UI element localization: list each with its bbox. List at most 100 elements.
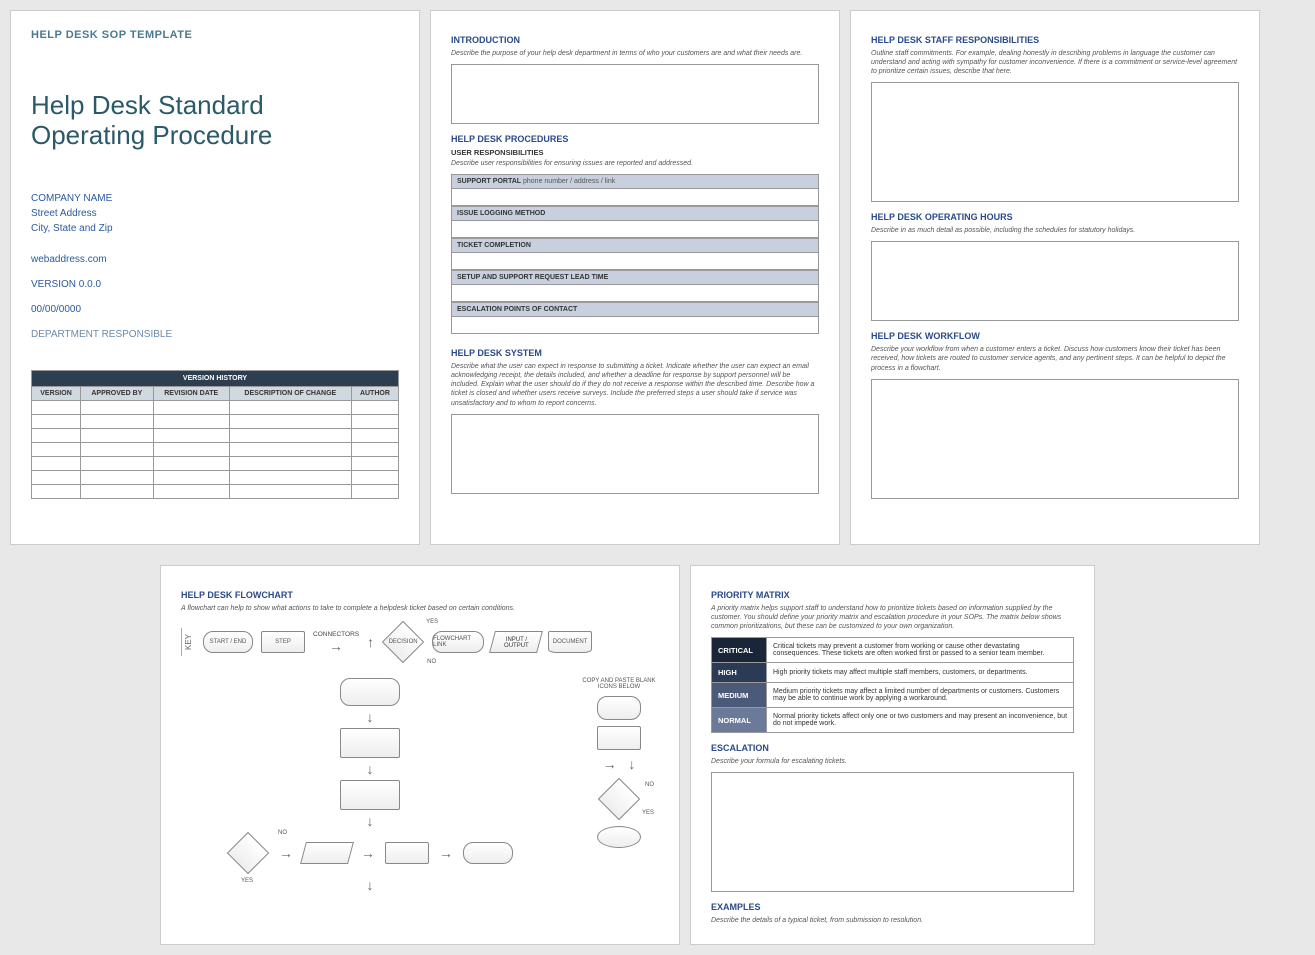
field-input[interactable] xyxy=(451,252,819,270)
col-revision-date: REVISION DATE xyxy=(153,386,229,400)
workflow-heading: HELP DESK WORKFLOW xyxy=(871,331,1239,341)
user-responsibilities-desc: Describe user responsibilities for ensur… xyxy=(451,159,819,168)
introduction-box[interactable] xyxy=(451,64,819,124)
table-row xyxy=(32,470,399,484)
table-row xyxy=(32,484,399,498)
flow-decision xyxy=(227,832,269,874)
priority-desc: Normal priority tickets affect only one … xyxy=(767,708,1074,733)
procedures-heading: HELP DESK PROCEDURES xyxy=(451,134,819,144)
field-label: SETUP AND SUPPORT REQUEST LEAD TIME xyxy=(451,270,819,284)
examples-heading: EXAMPLES xyxy=(711,902,1074,912)
procedure-field: SUPPORT PORTAL phone number / address / … xyxy=(451,174,819,206)
introduction-desc: Describe the purpose of your help desk d… xyxy=(451,49,819,58)
key-step: STEP xyxy=(261,631,305,653)
table-row xyxy=(32,442,399,456)
page-5-priority: PRIORITY MATRIX A priority matrix helps … xyxy=(690,565,1095,945)
table-row xyxy=(32,400,399,414)
col-version: VERSION xyxy=(32,386,81,400)
decision-label: DECISION xyxy=(389,639,418,645)
priority-matrix-heading: PRIORITY MATRIX xyxy=(711,590,1074,600)
procedure-field: TICKET COMPLETION xyxy=(451,238,819,270)
table-row xyxy=(32,428,399,442)
priority-matrix-desc: A priority matrix helps support staff to… xyxy=(711,604,1074,631)
examples-desc: Describe the details of a typical ticket… xyxy=(711,916,1074,925)
introduction-heading: INTRODUCTION xyxy=(451,35,819,45)
key-flowchart-link: FLOWCHART LINK xyxy=(432,631,484,653)
operating-hours-box[interactable] xyxy=(871,241,1239,321)
priority-level: MEDIUM xyxy=(712,683,767,708)
field-input[interactable] xyxy=(451,284,819,302)
procedure-fields: SUPPORT PORTAL phone number / address / … xyxy=(451,174,819,334)
arrow-right-icon: → xyxy=(439,845,453,861)
title-line-1: Help Desk Standard xyxy=(31,90,264,120)
operating-hours-heading: HELP DESK OPERATING HOURS xyxy=(871,212,1239,222)
procedure-field: ISSUE LOGGING METHOD xyxy=(451,206,819,238)
priority-desc: High priority tickets may affect multipl… xyxy=(767,663,1074,683)
version-history-title: VERSION HISTORY xyxy=(32,370,399,386)
template-label: HELP DESK SOP TEMPLATE xyxy=(31,29,399,41)
decision-no: NO xyxy=(427,659,436,665)
palette-start-end xyxy=(597,696,641,720)
arrow-right-icon: → xyxy=(279,845,293,861)
col-approved-by: APPROVED BY xyxy=(81,386,154,400)
escalation-box[interactable] xyxy=(711,772,1074,892)
web-address: webaddress.com xyxy=(31,254,399,265)
arrow-down-icon: ↓ xyxy=(367,710,374,724)
workflow-box[interactable] xyxy=(871,379,1239,499)
procedure-field: ESCALATION POINTS OF CONTACT xyxy=(451,302,819,334)
field-label: ISSUE LOGGING METHOD xyxy=(451,206,819,220)
field-input[interactable] xyxy=(451,220,819,238)
field-input[interactable] xyxy=(451,188,819,206)
diamond-icon xyxy=(598,778,640,820)
department-responsible: DEPARTMENT RESPONSIBLE xyxy=(31,329,399,340)
page-3-staff: HELP DESK STAFF RESPONSIBILITIES Outline… xyxy=(850,10,1260,545)
priority-row: CRITICALCritical tickets may prevent a c… xyxy=(712,638,1074,663)
escalation-desc: Describe your formula for escalating tic… xyxy=(711,757,1074,766)
palette-connectors: → ↓ xyxy=(579,756,659,772)
help-desk-system-box[interactable] xyxy=(451,414,819,494)
arrow-right-icon: → xyxy=(329,638,343,654)
version-history-body xyxy=(32,400,399,498)
flow-start xyxy=(340,678,400,706)
flow-io xyxy=(300,842,354,864)
priority-desc: Medium priority tickets may affect a lim… xyxy=(767,683,1074,708)
col-author: AUTHOR xyxy=(351,386,398,400)
street-address: Street Address xyxy=(31,206,399,221)
connectors-label: CONNECTORS xyxy=(313,631,359,638)
field-input[interactable] xyxy=(451,316,819,334)
version-history-table: VERSION HISTORY VERSION APPROVED BY REVI… xyxy=(31,370,399,499)
version-number: VERSION 0.0.0 xyxy=(31,279,399,290)
flow-step-2 xyxy=(340,780,400,810)
company-name: COMPANY NAME xyxy=(31,191,399,206)
table-row xyxy=(32,414,399,428)
key-start-end: START / END xyxy=(203,631,253,653)
field-label: TICKET COMPLETION xyxy=(451,238,819,252)
user-responsibilities-heading: USER RESPONSIBILITIES xyxy=(451,148,819,157)
flowchart-main-column: ↓ ↓ ↓ NO YES → → → xyxy=(181,678,559,892)
priority-row: MEDIUMMedium priority tickets may affect… xyxy=(712,683,1074,708)
flowchart-heading: HELP DESK FLOWCHART xyxy=(181,590,659,600)
workflow-desc: Describe your workflow from when a custo… xyxy=(871,345,1239,372)
version-history-header-row: VERSION APPROVED BY REVISION DATE DESCRI… xyxy=(32,386,399,400)
priority-level: NORMAL xyxy=(712,708,767,733)
field-label: SUPPORT PORTAL phone number / address / … xyxy=(451,174,819,188)
priority-matrix-table: CRITICALCritical tickets may prevent a c… xyxy=(711,637,1074,733)
escalation-heading: ESCALATION xyxy=(711,743,1074,753)
flowchart-desc: A flowchart can help to show what action… xyxy=(181,604,659,613)
field-label: ESCALATION POINTS OF CONTACT xyxy=(451,302,819,316)
page-2-procedures: INTRODUCTION Describe the purpose of you… xyxy=(430,10,840,545)
arrow-down-icon: ↓ xyxy=(367,762,374,776)
diamond-icon xyxy=(227,832,269,874)
decision-no-label: NO xyxy=(278,830,287,836)
staff-responsibilities-desc: Outline staff commitments. For example, … xyxy=(871,49,1239,76)
flow-end xyxy=(463,842,513,864)
arrow-down-icon: ↓ xyxy=(367,878,374,892)
decision-yes-label: YES xyxy=(241,878,253,884)
procedure-field: SETUP AND SUPPORT REQUEST LEAD TIME xyxy=(451,270,819,302)
main-title: Help Desk Standard Operating Procedure xyxy=(31,91,399,151)
staff-responsibilities-box[interactable] xyxy=(871,82,1239,202)
key-input-output: INPUT / OUTPUT xyxy=(489,631,543,653)
key-decision: YES NO DECISION xyxy=(382,621,424,663)
arrow-down-icon: ↓ xyxy=(367,814,374,828)
staff-responsibilities-heading: HELP DESK STAFF RESPONSIBILITIES xyxy=(871,35,1239,45)
